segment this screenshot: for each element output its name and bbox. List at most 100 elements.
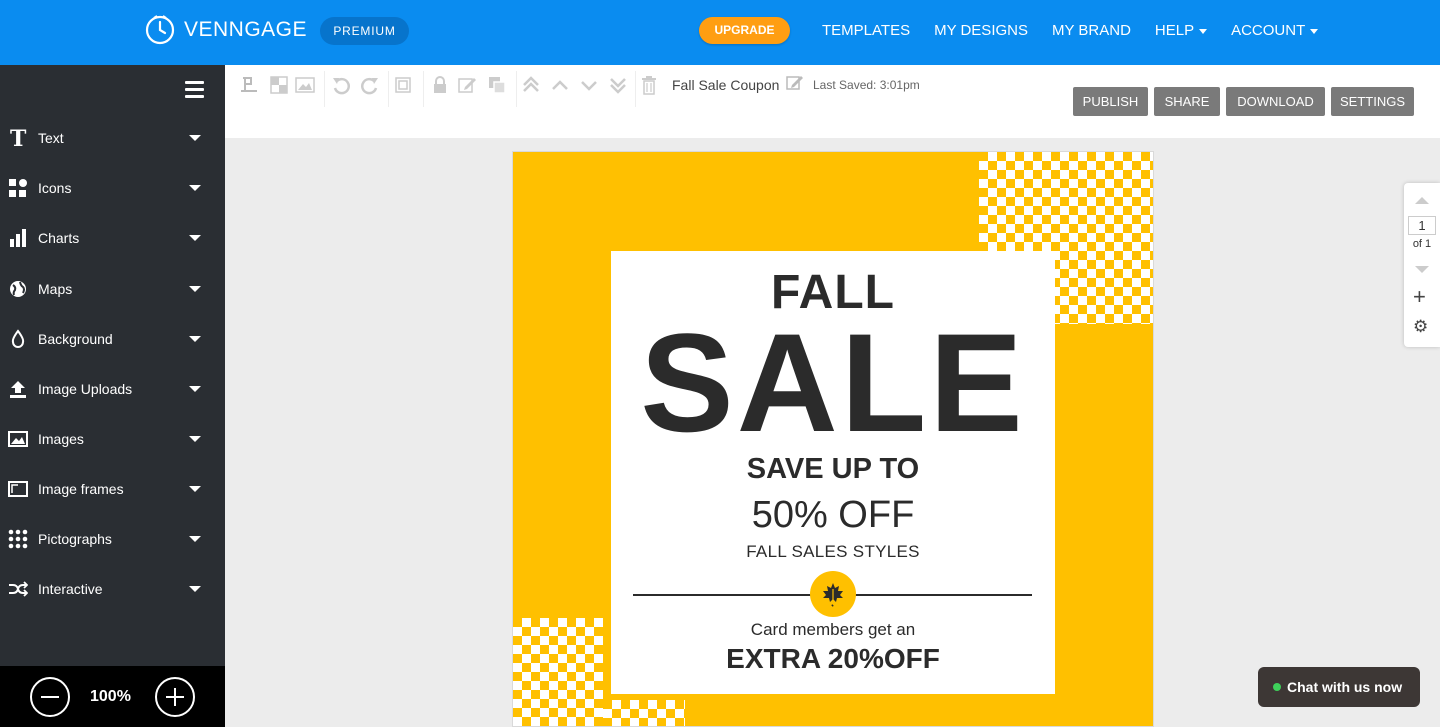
page-settings-gear-icon[interactable]: ⚙: [1413, 318, 1428, 336]
redo-icon[interactable]: [360, 75, 380, 95]
bring-forward-icon[interactable]: [550, 75, 570, 95]
paint-format-icon[interactable]: [240, 75, 260, 95]
edit-icon[interactable]: [457, 75, 477, 95]
nav-help[interactable]: HELP: [1154, 22, 1208, 39]
page-up-icon[interactable]: [1415, 197, 1429, 204]
chevron-down-icon[interactable]: [189, 586, 201, 592]
sidebar-item-label: Charts: [38, 230, 80, 246]
sidebar-item-label: Text: [38, 130, 64, 146]
document-title[interactable]: Fall Sale Coupon: [672, 77, 779, 93]
publish-button[interactable]: PUBLISH: [1073, 87, 1148, 116]
sidebar-item-image-frames[interactable]: Image frames: [0, 474, 225, 504]
maple-leaf-icon: [823, 583, 843, 607]
duplicate-icon[interactable]: [487, 75, 507, 95]
upload-icon: [8, 379, 28, 399]
chevron-down-icon[interactable]: [189, 185, 201, 191]
current-page-input[interactable]: 1: [1408, 216, 1436, 235]
transparency-icon[interactable]: [269, 75, 289, 95]
checker-pattern-bottom-strip[interactable]: [603, 700, 685, 726]
chevron-down-icon: [1310, 28, 1319, 34]
replace-image-icon[interactable]: [295, 75, 315, 95]
zoom-out-button[interactable]: [30, 677, 70, 717]
svg-text:T: T: [10, 128, 27, 148]
sidebar-item-interactive[interactable]: Interactive: [0, 574, 225, 604]
bring-to-front-icon[interactable]: [521, 75, 541, 95]
sidebar-item-images[interactable]: Images: [0, 424, 225, 454]
clock-logo-icon: [145, 15, 175, 45]
send-to-back-icon[interactable]: [608, 75, 628, 95]
leaf-badge[interactable]: [810, 571, 856, 617]
image-icon: [8, 429, 28, 449]
sidebar-item-text[interactable]: T Text: [0, 123, 225, 153]
chat-button[interactable]: Chat with us now: [1258, 667, 1420, 707]
online-status-icon: [1273, 683, 1281, 691]
editor-toolbar: Fall Sale Coupon Last Saved: 3:01pm PUBL…: [225, 65, 1440, 138]
sidebar-item-charts[interactable]: Charts: [0, 223, 225, 253]
nav-help-label: HELP: [1154, 22, 1195, 39]
chevron-down-icon[interactable]: [189, 386, 201, 392]
zoom-level: 100%: [90, 688, 131, 705]
trash-icon[interactable]: [639, 75, 659, 95]
save-up-to-text[interactable]: SAVE UP TO: [611, 453, 1055, 486]
chevron-down-icon[interactable]: [189, 286, 201, 292]
sidebar-item-label: Pictographs: [38, 531, 112, 547]
hamburger-menu-icon[interactable]: [185, 81, 204, 102]
send-backward-icon[interactable]: [579, 75, 599, 95]
discount-text[interactable]: 50% OFF: [611, 494, 1055, 537]
settings-button[interactable]: SETTINGS: [1331, 87, 1414, 116]
text-icon: T: [8, 128, 28, 148]
nav-account-label: ACCOUNT: [1231, 22, 1306, 39]
page-down-icon[interactable]: [1415, 266, 1429, 273]
checker-pattern-bottom-left[interactable]: [513, 618, 603, 726]
sidebar-item-icons[interactable]: Icons: [0, 173, 225, 203]
chevron-down-icon[interactable]: [189, 436, 201, 442]
design-canvas[interactable]: FALL SALE SAVE UP TO 50% OFF FALL SALES …: [512, 151, 1154, 727]
nav-my-brand[interactable]: MY BRAND: [1052, 22, 1131, 39]
chevron-down-icon[interactable]: [189, 336, 201, 342]
shapes-icon: [8, 178, 28, 198]
chevron-down-icon[interactable]: [189, 486, 201, 492]
chevron-down-icon[interactable]: [189, 135, 201, 141]
sidebar-item-label: Interactive: [38, 581, 103, 597]
share-button[interactable]: SHARE: [1154, 87, 1220, 116]
fall-styles-text[interactable]: FALL SALES STYLES: [611, 542, 1055, 562]
sidebar-item-label: Maps: [38, 281, 73, 297]
nav-account[interactable]: ACCOUNT: [1231, 22, 1319, 39]
chevron-down-icon: [1199, 28, 1208, 34]
download-button[interactable]: DOWNLOAD: [1226, 87, 1325, 116]
upgrade-button[interactable]: UPGRADE: [699, 17, 790, 44]
shuffle-icon: [8, 579, 28, 599]
chevron-down-icon[interactable]: [189, 235, 201, 241]
crop-icon[interactable]: [393, 75, 413, 95]
undo-icon[interactable]: [331, 75, 351, 95]
sidebar-item-label: Images: [38, 431, 84, 447]
rename-edit-icon[interactable]: [785, 73, 805, 93]
premium-badge: PREMIUM: [320, 17, 409, 45]
sidebar-item-background[interactable]: Background: [0, 324, 225, 354]
logo-text: VENNGAGE: [184, 18, 308, 41]
venngage-logo[interactable]: VENNGAGE: [145, 15, 307, 45]
nav-my-designs[interactable]: MY DESIGNS: [934, 22, 1028, 39]
main-nav: TEMPLATES MY DESIGNS MY BRAND HELP ACCOU…: [822, 22, 1342, 39]
headline-sale[interactable]: SALE: [611, 313, 1055, 453]
card-members-text[interactable]: Card members get an: [611, 620, 1055, 640]
chevron-down-icon[interactable]: [189, 536, 201, 542]
sidebar-item-image-uploads[interactable]: Image Uploads: [0, 374, 225, 404]
globe-icon: [8, 279, 28, 299]
coupon-card[interactable]: FALL SALE SAVE UP TO 50% OFF FALL SALES …: [611, 251, 1055, 694]
left-sidebar: T Text Icons Charts Maps Background Imag…: [0, 65, 225, 727]
sidebar-item-label: Image Uploads: [38, 381, 133, 397]
grid-dots-icon: [8, 529, 28, 549]
nav-templates[interactable]: TEMPLATES: [822, 22, 910, 39]
sidebar-item-label: Icons: [38, 180, 72, 196]
lock-icon[interactable]: [430, 75, 450, 95]
zoom-bar: 100%: [0, 666, 225, 727]
extra-discount-text[interactable]: EXTRA 20%OFF: [611, 643, 1055, 675]
add-page-icon[interactable]: +: [1413, 286, 1426, 308]
sidebar-item-label: Image frames: [38, 481, 124, 497]
sidebar-item-maps[interactable]: Maps: [0, 274, 225, 304]
chat-label: Chat with us now: [1287, 679, 1403, 695]
zoom-in-button[interactable]: [155, 677, 195, 717]
last-saved-status: Last Saved: 3:01pm: [813, 78, 920, 92]
sidebar-item-pictographs[interactable]: Pictographs: [0, 524, 225, 554]
